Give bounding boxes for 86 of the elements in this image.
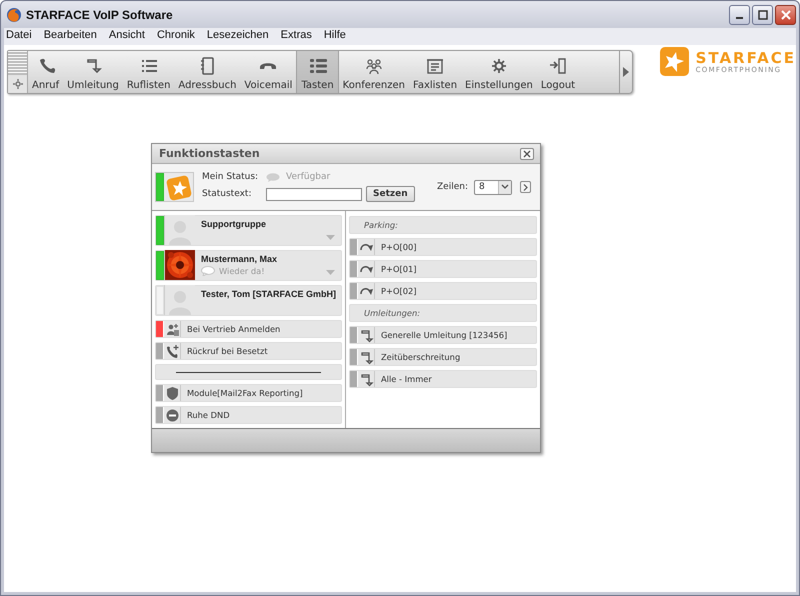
- forward-icon: [358, 328, 374, 342]
- function-key[interactable]: Alle - Immer: [349, 370, 537, 388]
- toolbar-button[interactable]: Voicemail: [240, 51, 296, 93]
- maximize-icon: [758, 10, 768, 20]
- key-label: Bei Vertrieb Anmelden: [186, 324, 280, 334]
- key-label: P+O[01]: [380, 264, 417, 274]
- star-avatar-icon: [165, 174, 193, 202]
- keys-icon: [308, 56, 328, 76]
- toolbar-button[interactable]: Faxlisten: [408, 51, 462, 93]
- triangle-right-icon: [622, 67, 629, 77]
- toolbar-button[interactable]: Ruflisten: [122, 51, 174, 93]
- menu-item[interactable]: Datei: [6, 29, 32, 43]
- minimize-icon: [736, 17, 743, 19]
- toolbar-button[interactable]: Anruf: [28, 51, 64, 93]
- logout-icon: [548, 56, 568, 76]
- function-key[interactable]: P+O[00]: [349, 238, 537, 256]
- function-key[interactable]: Zeitüberschreitung: [349, 348, 537, 366]
- maximize-button[interactable]: [752, 4, 773, 24]
- chevron-down-icon: [501, 184, 509, 190]
- dialog-title: Funktionstasten: [159, 147, 260, 160]
- contact-card[interactable]: Supportgruppe: [155, 215, 342, 246]
- toolbar-button[interactable]: Umleitung: [63, 51, 123, 93]
- forward-icon: [358, 350, 374, 364]
- function-key[interactable]: Generelle Umleitung [123456]: [349, 326, 537, 344]
- contact-card[interactable]: Tester, Tom [STARFACE GmbH]: [155, 285, 342, 316]
- function-key[interactable]: Rückruf bei Besetzt: [155, 342, 342, 360]
- toolbar-button[interactable]: Einstellungen: [461, 51, 537, 93]
- status-value: Verfügbar: [286, 172, 330, 182]
- contact-name: Supportgruppe: [201, 219, 266, 229]
- function-key[interactable]: P+O[02]: [349, 282, 537, 300]
- chevron-right-icon: [523, 184, 528, 190]
- function-key[interactable]: P+O[01]: [349, 260, 537, 278]
- contact-name: Tester, Tom [STARFACE GmbH]: [201, 289, 336, 299]
- status-note: Wieder da!: [219, 266, 265, 276]
- person-badge-icon: [164, 322, 180, 336]
- key-label: P+O[00]: [380, 242, 417, 252]
- no-entry-icon: [164, 408, 180, 422]
- contact-name: Mustermann, Max: [201, 254, 278, 264]
- menu-item[interactable]: Bearbeiten: [44, 29, 97, 43]
- statustext-label: Statustext:: [202, 189, 252, 199]
- toolbar-button[interactable]: Konferenzen: [338, 51, 409, 93]
- menu-item[interactable]: Hilfe: [324, 29, 346, 43]
- key-label: Rückruf bei Besetzt: [186, 346, 268, 356]
- avatar-icon: [164, 285, 195, 315]
- key-label: Generelle Umleitung [123456]: [380, 330, 508, 340]
- phone-plus-icon: [164, 344, 180, 358]
- close-button[interactable]: [775, 4, 796, 24]
- close-icon: [523, 150, 531, 158]
- menu-item[interactable]: Ansicht: [108, 29, 145, 43]
- forward-icon: [358, 372, 374, 386]
- key-label: P+O[02]: [380, 286, 417, 296]
- toolbar-button[interactable]: Adressbuch: [174, 51, 240, 93]
- gear-icon: [12, 79, 22, 89]
- rows-dropdown[interactable]: 8: [474, 180, 512, 194]
- separator-key[interactable]: [155, 364, 342, 380]
- shield-icon: [164, 386, 180, 400]
- function-key[interactable]: Module[Mail2Fax Reporting]: [155, 384, 342, 402]
- speech-bubble-icon: [201, 266, 215, 276]
- menu-item[interactable]: Lesezeichen: [206, 29, 269, 43]
- close-button[interactable]: [520, 148, 534, 160]
- speech-bubble-icon: [266, 172, 280, 182]
- minimize-button[interactable]: [729, 4, 750, 24]
- menu-item[interactable]: Extras: [280, 29, 312, 43]
- rows-label: Zeilen:: [437, 182, 468, 192]
- statustext-field[interactable]: [266, 188, 362, 200]
- key-label: Module[Mail2Fax Reporting]: [186, 388, 303, 398]
- section-header: Umleitungen:: [349, 304, 537, 322]
- contact-card[interactable]: Mustermann, Max Wieder da!: [155, 250, 342, 281]
- toolbar-handle[interactable]: [8, 51, 28, 93]
- set-button[interactable]: Setzen: [366, 186, 415, 202]
- window-title: STARFACE VoIP Software: [26, 8, 173, 22]
- key-label: Alle - Immer: [380, 374, 432, 384]
- toolbar-button[interactable]: Tasten: [296, 51, 339, 93]
- section-header: Parking:: [349, 216, 537, 234]
- close-icon: [780, 10, 790, 20]
- avatar-icon: [164, 215, 195, 245]
- function-key[interactable]: Ruhe DND: [155, 406, 342, 424]
- toolbar-button[interactable]: Logout: [536, 51, 580, 93]
- browser-icon: [6, 6, 22, 22]
- status-label: Mein Status:: [202, 172, 260, 182]
- next-button[interactable]: [520, 181, 531, 193]
- key-label: Zeitüberschreitung: [380, 352, 460, 362]
- function-key[interactable]: Bei Vertrieb Anmelden: [155, 320, 342, 338]
- key-label: Ruhe DND: [186, 410, 230, 420]
- menu-item[interactable]: Chronik: [156, 29, 195, 43]
- logo-text: STARFACE: [696, 50, 796, 66]
